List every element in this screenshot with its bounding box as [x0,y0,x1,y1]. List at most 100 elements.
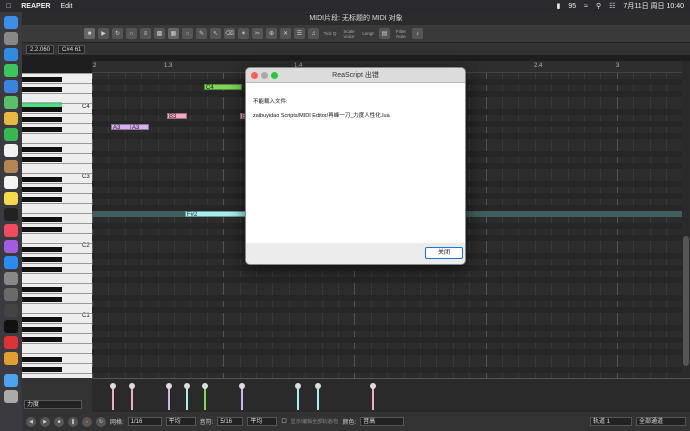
midi-note[interactable]: F#2 [185,211,247,218]
velocity-handle[interactable] [202,383,208,389]
pause-icon[interactable]: ❚ [68,416,78,427]
record-icon[interactable]: ● [82,416,92,427]
note-mode-select[interactable]: 平均 [247,417,278,426]
slider-icon[interactable]: ☰ [294,28,305,39]
notes-icon[interactable] [4,192,18,205]
piano-black-key[interactable] [22,87,62,92]
music-icon[interactable] [4,224,18,237]
pencil-icon[interactable]: ✎ [196,28,207,39]
piano-black-key[interactable] [22,267,62,272]
track-select[interactable]: 轨道 1 [590,417,632,426]
note-length-select[interactable]: 5/16 [217,417,244,426]
chord-icon[interactable]: ♫ [308,28,319,39]
velocity-stem[interactable] [202,383,208,410]
menu-app[interactable]: REAPER [21,3,50,10]
grid-icon[interactable]: ▦ [168,28,179,39]
velocity-stem[interactable] [129,383,135,410]
scale-voice-button[interactable]: Scale Voice [341,29,357,39]
velocity-handle[interactable] [315,383,321,389]
piano-keyboard[interactable]: C4 C3 C2 C1 [22,73,92,378]
app-icon[interactable] [4,336,18,349]
menu-edit[interactable]: Edit [60,3,72,10]
zoom-icon[interactable] [271,72,278,79]
piano-black-key[interactable] [22,217,62,222]
tick-q-button[interactable]: Tick Q [322,31,338,36]
velocity-stem[interactable] [166,383,172,410]
messages-icon[interactable] [4,64,18,77]
vertical-scrollbar[interactable] [682,61,690,378]
color-select[interactable]: 音高 [360,417,405,426]
piano-black-key[interactable] [22,317,62,322]
piano-black-key[interactable] [22,247,62,252]
folder-icon[interactable] [4,374,18,387]
terminal-icon[interactable] [4,320,18,333]
piano-black-key[interactable] [22,187,62,192]
stop-icon[interactable]: ■ [54,416,64,427]
wand-icon[interactable]: ✶ [238,28,249,39]
piano-black-key[interactable] [22,107,62,112]
mail-icon[interactable] [4,80,18,93]
piano-black-key[interactable] [22,157,62,162]
note-icon[interactable]: ♪ [412,28,423,39]
piano-black-key[interactable] [22,287,62,292]
velocity-handle[interactable] [239,383,245,389]
app-icon[interactable] [4,352,18,365]
search-icon[interactable]: ⚲ [596,2,601,10]
velocity-stem[interactable] [315,383,321,410]
reaper-icon[interactable] [4,288,18,301]
velocity-stem[interactable] [110,383,116,410]
apple-icon[interactable]:  [6,3,11,10]
list-icon[interactable]: ≡ [140,28,151,39]
calendar-icon[interactable] [4,144,18,157]
checkbox-icon[interactable]: ☐ [281,418,286,425]
channel-select[interactable]: 全部通道 [636,417,686,426]
grid-select[interactable]: 1/16 [127,417,162,426]
facetime-icon[interactable] [4,128,18,141]
control-center-icon[interactable]: ☷ [609,2,615,10]
wifi-icon[interactable]: ≈ [584,3,588,10]
magnet-icon[interactable]: ∩ [126,28,137,39]
battery-icon[interactable]: ▮ [557,2,561,10]
piano-black-key[interactable] [22,77,62,82]
finder-icon[interactable] [4,16,18,29]
midi-note[interactable]: C4 [204,84,242,91]
velocity-handle[interactable] [110,383,116,389]
rewind-icon[interactable]: ◀ [26,416,36,427]
piano-black-key[interactable] [22,367,62,372]
piano-black-key[interactable] [22,177,62,182]
grid-mode-select[interactable]: 平均 [165,417,196,426]
settings-icon[interactable] [4,272,18,285]
mute-icon[interactable]: ✕ [280,28,291,39]
velocity-handle[interactable] [370,383,376,389]
velocity-handle[interactable] [184,383,190,389]
piano-black-key[interactable] [22,127,62,132]
filter-note-button[interactable]: Filter Note [393,29,409,39]
trash-icon[interactable] [4,390,18,403]
piano-black-key[interactable] [22,297,62,302]
clock[interactable]: 7月11日 周日 10:40 [623,1,684,11]
drum-icon[interactable]: ○ [182,28,193,39]
piano-black-key[interactable] [22,117,62,122]
app-icon[interactable] [4,304,18,317]
safari-icon[interactable] [4,48,18,61]
length-button[interactable]: Lengt [360,31,376,36]
piano-black-key[interactable] [22,357,62,362]
contacts-icon[interactable] [4,160,18,173]
velocity-stem[interactable] [370,383,376,410]
chart-icon[interactable]: ▤ [379,28,390,39]
velocity-stem[interactable] [295,383,301,410]
lane-type-select[interactable]: 力度 [24,400,82,409]
keyboard-icon[interactable]: ▩ [154,28,165,39]
piano-black-key[interactable] [22,337,62,342]
velocity-lane[interactable] [92,378,690,412]
tv-icon[interactable] [4,208,18,221]
midi-note[interactable]: A3 [130,124,149,131]
reminders-icon[interactable] [4,176,18,189]
scrollbar-thumb[interactable] [683,236,689,366]
loop-icon[interactable]: ↻ [96,416,106,427]
maps-icon[interactable] [4,96,18,109]
glue-icon[interactable]: ⊕ [266,28,277,39]
close-icon[interactable] [251,72,258,79]
loop-icon[interactable]: ↻ [112,28,123,39]
piano-black-key[interactable] [22,197,62,202]
